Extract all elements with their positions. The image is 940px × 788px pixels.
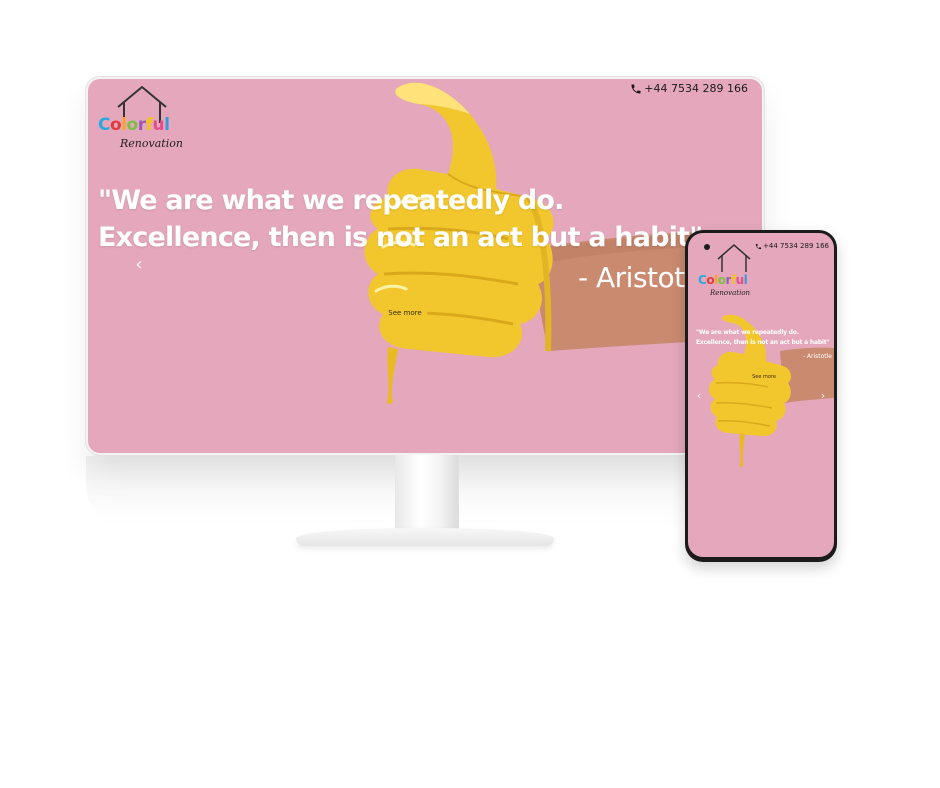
mobile-hero-quote: "We are what we repeatedly do. Excellenc… (696, 328, 830, 348)
logo-letter: l (164, 115, 170, 135)
carousel-prev-arrow-icon[interactable]: ‹ (132, 254, 146, 276)
mobile-phone-number: +44 7534 289 166 (763, 242, 829, 250)
mobile-see-more-button[interactable]: See more (749, 372, 779, 383)
logo-letter: C (98, 115, 110, 135)
mobile-carousel-prev-arrow-icon[interactable]: ‹ (694, 389, 704, 403)
mobile-hero-quote-line-2: Excellence, then is not an act but a hab… (696, 339, 830, 346)
logo-letter: o (706, 273, 715, 287)
logo-letter: o (126, 115, 139, 135)
mobile-screen: Colorful Renovation +44 7534 289 166 "We… (688, 233, 834, 557)
see-more-button[interactable]: See more (383, 305, 427, 322)
logo-letter: u (152, 115, 165, 135)
mobile-hero-quote-line-1: "We are what we repeatedly do. (696, 329, 799, 336)
mobile-logo[interactable]: Colorful Renovation (696, 243, 766, 305)
logo-wordmark-renovation: Renovation (120, 137, 183, 150)
phone-icon (755, 243, 762, 249)
logo-letter: r (137, 115, 146, 135)
phone-number: +44 7534 289 166 (644, 82, 748, 95)
desktop-screen: Colorful Renovation +44 7534 289 166 "We… (88, 79, 762, 453)
hero-quote: "We are what we repeatedly do. Excellenc… (98, 182, 703, 256)
mobile-hero-quote-author: - Aristotle (802, 353, 832, 360)
phone-icon (631, 84, 641, 93)
hero-quote-line-2: Excellence, then is not an act but a hab… (98, 222, 703, 253)
header-phone-contact[interactable]: +44 7534 289 166 (630, 82, 748, 95)
mobile-header-phone-contact[interactable]: +44 7534 289 166 (755, 242, 829, 250)
logo-wordmark-colorful: Colorful (98, 115, 170, 135)
monitor-stand-neck (395, 455, 459, 537)
mobile-logo-wordmark-renovation: Renovation (710, 289, 751, 297)
mobile-device: Colorful Renovation +44 7534 289 166 "We… (685, 230, 837, 562)
desktop-monitor: Colorful Renovation +44 7534 289 166 "We… (86, 77, 764, 455)
hero-quote-line-1: "We are what we repeatedly do. (98, 185, 564, 216)
monitor-stand-base (296, 528, 554, 546)
logo-letter: u (735, 273, 745, 287)
mobile-logo-wordmark-colorful: Colorful (698, 273, 748, 287)
logo-letter: o (109, 115, 122, 135)
house-icon (717, 244, 751, 272)
logo-letter: l (743, 273, 748, 287)
mobile-carousel-next-arrow-icon[interactable]: › (818, 389, 828, 403)
logo[interactable]: Colorful Renovation (98, 85, 198, 163)
